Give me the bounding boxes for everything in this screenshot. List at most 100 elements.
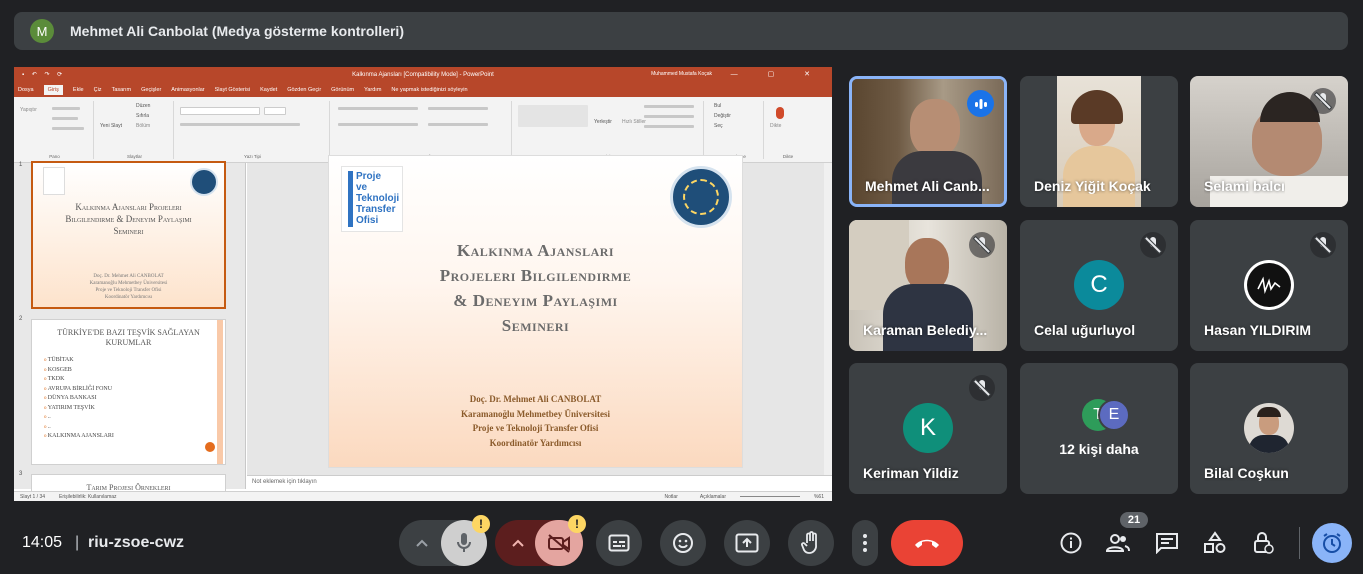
muted-icon (969, 232, 995, 258)
camera-off-icon (548, 534, 570, 553)
participant-tile[interactable]: Selami balcı (1190, 76, 1348, 207)
present-button[interactable] (724, 520, 770, 566)
participant-tile-speaker[interactable]: Mehmet Ali Canb... (849, 76, 1007, 207)
paste-button[interactable]: Yapıştır (20, 107, 37, 113)
end-call-button[interactable] (891, 520, 963, 566)
captions-icon (608, 534, 630, 552)
host-controls-button[interactable] (1247, 527, 1279, 559)
slide-author: Doç. Dr. Mehmet Ali CANBOLAT Karamanoğlu … (329, 392, 742, 450)
notes-pane[interactable]: Not eklemek için tıklayın (247, 475, 832, 489)
slide-title-line: & Deneyim Paylaşımı (453, 291, 618, 310)
ribbon-tab[interactable]: Yardım (364, 87, 381, 93)
activities-button[interactable] (1199, 527, 1231, 559)
shared-screen[interactable]: ▪ ↶ ↷ ⟳ Kalkınma Ajansları [Compatibilit… (14, 67, 832, 501)
new-slide-button[interactable]: Yeni Slayt (100, 123, 122, 129)
ribbon-tab[interactable]: Ne yapmak istediğinizi söyleyin (391, 87, 467, 93)
ribbon-group-clipboard: Yapıştır Pano (16, 101, 94, 159)
speaking-indicator-icon (967, 90, 994, 117)
more-participants-tile[interactable]: T E 12 kişi daha (1020, 363, 1178, 494)
ribbon-tab[interactable]: Görünüm (331, 87, 354, 93)
raise-hand-button[interactable] (788, 520, 834, 566)
host-controls-icon (1254, 532, 1274, 554)
quick-access-icons: ▪ ↶ ↷ ⟳ (22, 72, 66, 78)
thumb-list-item: KOSGEB (44, 366, 114, 376)
participant-name: Selami balcı (1204, 178, 1285, 194)
audio-options-button[interactable] (399, 520, 445, 566)
slide-thumb-1[interactable]: Kalkınma Ajansları Projeleri Bilgilendir… (31, 161, 226, 309)
timer-button[interactable] (1312, 523, 1352, 563)
university-seal-icon (670, 166, 732, 228)
ribbon-tab[interactable]: Geçişler (141, 87, 161, 93)
people-button[interactable] (1102, 527, 1134, 559)
participant-name: Keriman Yildiz (863, 465, 959, 481)
ribbon-group-editing: Bul Değiştir Seç Düzenleme (706, 101, 764, 159)
slide-canvas[interactable]: Proje ve Teknoloji Transfer Ofisi Kalkınma A… (247, 155, 832, 489)
slide-thumb-2[interactable]: TÜRKİYE'DE BAZI TEŞVİK SAĞLAYAN KURUMLAR… (31, 319, 226, 465)
dictate-button[interactable]: Dikte (770, 123, 781, 129)
window-controls-icon: — ▢ ✕ (730, 71, 824, 78)
ptto-logo-icon (43, 167, 65, 195)
audio-controls: ! (399, 515, 490, 566)
clock: 14:05 (22, 534, 63, 551)
captions-button[interactable] (596, 520, 642, 566)
muted-icon (1310, 88, 1336, 114)
chat-button[interactable] (1151, 527, 1183, 559)
participant-tile[interactable]: Deniz Yiğit Koçak (1020, 76, 1178, 207)
participant-name: Hasan YILDIRIM (1204, 322, 1312, 338)
ribbon-tab[interactable]: Tasarım (112, 87, 132, 93)
arrange-button[interactable]: Yerleştir (594, 119, 612, 125)
info-icon (1060, 532, 1082, 554)
muted-icon (1310, 232, 1336, 258)
ribbon-tab[interactable]: Giriş (43, 85, 63, 95)
find-button[interactable]: Bul (714, 103, 721, 109)
quick-styles-button[interactable]: Hızlı Stiller (622, 119, 646, 125)
accessibility-status[interactable]: Erişilebilirlik: Kullanılamaz (59, 494, 117, 500)
ribbon-tab[interactable]: Kaydet (260, 87, 277, 93)
participant-tile[interactable]: Bilal Coşkun (1190, 363, 1348, 494)
slide-author-line: Doç. Dr. Mehmet Ali CANBOLAT (469, 394, 602, 404)
slide-title: Kalkınma Ajansları Projeleri Bilgilendirm… (329, 238, 742, 338)
participant-tile[interactable]: Hasan YILDIRIM (1190, 220, 1348, 351)
participant-avatar: C (1074, 260, 1124, 310)
timer-icon (1323, 533, 1341, 553)
zoom-slider[interactable] (739, 496, 800, 497)
thumb-accent (217, 320, 223, 464)
participant-name: Karaman Belediy... (863, 322, 988, 338)
current-slide[interactable]: Proje ve Teknoloji Transfer Ofisi Kalkınma A… (328, 155, 743, 468)
ribbon-tab[interactable]: Gözden Geçir (287, 87, 321, 93)
reset-button[interactable]: Sıfırla (136, 113, 149, 119)
participant-tile[interactable]: Karaman Belediy... (849, 220, 1007, 351)
participant-avatar: K (903, 403, 953, 453)
notes-button[interactable]: Notlar (665, 494, 678, 500)
comments-button[interactable]: Açıklamalar (700, 494, 726, 500)
end-call-icon (915, 539, 939, 548)
participant-tile[interactable]: C Celal uğurluyol (1020, 220, 1178, 351)
slide-count: Slayt 1 / 34 (20, 493, 46, 500)
ribbon-tab[interactable]: Ekle (73, 87, 84, 93)
slide-thumbnails[interactable]: 1 Kalkınma Ajansları Projeleri Bilgilend… (14, 161, 246, 501)
thumb-title: TÜRKİYE'DE BAZI TEŞVİK SAĞLAYAN KURUMLAR (57, 328, 200, 347)
ppt-status-bar: Slayt 1 / 34 Erişilebilirlik: Kullanılam… (14, 491, 832, 501)
raise-hand-icon (801, 531, 817, 554)
more-options-button[interactable] (852, 520, 878, 566)
ribbon-group-label: Dikte (782, 154, 794, 159)
thumb-list-item: .. (44, 423, 114, 433)
meeting-info-button[interactable] (1055, 527, 1087, 559)
reactions-button[interactable] (660, 520, 706, 566)
ribbon-group-slides: Yeni Slayt Düzen Sıfırla Bölüm Slaytlar (96, 101, 174, 159)
activities-icon (1204, 531, 1226, 553)
ribbon-tab[interactable]: Slayt Gösterisi (215, 87, 250, 93)
ribbon-tab[interactable]: Dosya (18, 87, 34, 93)
select-button[interactable]: Seç (714, 123, 723, 129)
thumb-subtitle-line: Doç. Dr. Mehmet Ali CANBOLAT (93, 274, 164, 279)
replace-button[interactable]: Değiştir (714, 113, 731, 119)
zoom-level: %61 (813, 493, 824, 500)
ribbon-group-drawing: Yerleştir Hızlı Stiller Çizim (514, 101, 704, 159)
section-button[interactable]: Bölüm (136, 123, 150, 129)
ribbon-tab[interactable]: Çiz (94, 87, 102, 93)
participant-name: Bilal Coşkun (1204, 465, 1289, 481)
participant-tile[interactable]: K Keriman Yildiz (849, 363, 1007, 494)
ribbon-tab[interactable]: Animasyonlar (171, 87, 204, 93)
vertical-scrollbar[interactable] (824, 163, 832, 489)
layout-button[interactable]: Düzen (136, 103, 150, 109)
